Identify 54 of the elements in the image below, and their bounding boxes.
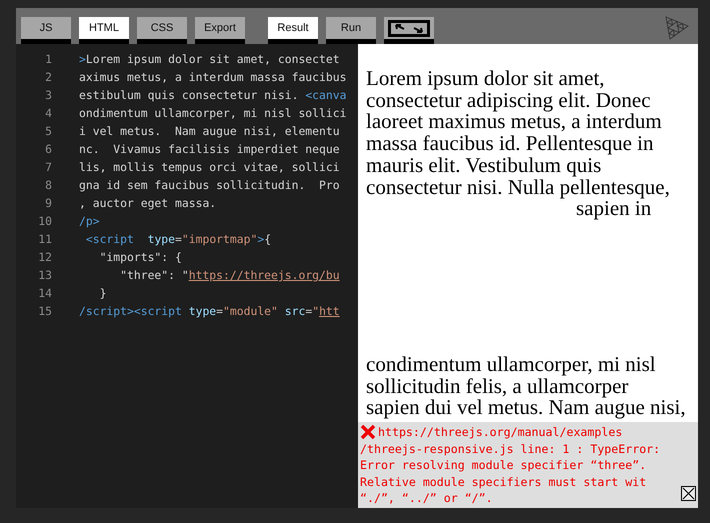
- result-text-line: condimentum ullamcorper, mi nisl: [366, 354, 656, 376]
- code-line: nc. Vivamus facilisis imperdiet neque: [79, 142, 340, 156]
- result-text-line: mauris elit. Vestibulum quis: [366, 154, 602, 177]
- line-number: 8: [44, 178, 52, 192]
- code-line: , auctor eget massa.: [79, 196, 216, 210]
- tab-button[interactable]: JS: [21, 17, 71, 44]
- line-number: 6: [44, 142, 52, 156]
- line-number: 5: [44, 124, 52, 138]
- line-number: 12: [37, 250, 52, 264]
- line-number: 4: [44, 106, 52, 120]
- close-button[interactable]: [681, 486, 696, 501]
- tab-button[interactable]: HTML: [79, 17, 129, 44]
- resize-icon: [388, 20, 430, 36]
- line-number: 1: [44, 52, 52, 66]
- result-text-line: sollicitudin felis, a ullamcorper: [366, 376, 628, 398]
- logo-icon: [664, 15, 690, 41]
- result-text-line: sapien dui vel metus. Nam augue nisi,: [366, 397, 686, 420]
- line-number: 14: [37, 286, 52, 300]
- code-line: lis, mollis tempus orci vitae, sollici: [79, 160, 340, 174]
- result-text-line: massa faucibus id. Pellentesque in: [366, 133, 654, 155]
- error-icon: [360, 424, 376, 440]
- line-number: 3: [44, 88, 52, 102]
- result-text-line: laoreet maximus metus, a interdum: [366, 111, 662, 134]
- line-number: 2: [44, 70, 52, 84]
- code-line: "three": "https://threejs.org/bu: [119, 268, 340, 282]
- result-text-line: consectetur adipiscing elit. Donec: [366, 90, 651, 112]
- line-number: 9: [44, 196, 52, 210]
- line-number: 15: [37, 304, 52, 318]
- resize-button[interactable]: [384, 17, 434, 44]
- code-line: aximus metus, a interdum massa faucibus: [79, 70, 346, 84]
- close-icon: [682, 487, 695, 500]
- line-number: 11: [37, 232, 52, 246]
- tab-button[interactable]: Run: [326, 17, 376, 44]
- code-line: /script><script type="module" src="htt: [79, 304, 340, 318]
- result-text-line: Lorem ipsum dolor sit amet,: [366, 68, 605, 90]
- error-message: /threejs-responsive.js line: 1 : TypeError: Error resolving module specifier “three”. Relative module specifiers must start wit “./”, “../” or “/”.: [360, 440, 662, 507]
- tab-button[interactable]: Result: [268, 17, 318, 44]
- tab-button[interactable]: Export: [195, 17, 245, 44]
- code-line: "imports": {: [98, 250, 182, 264]
- code-line: ondimentum ullamcorper, mi nisl sollici: [79, 106, 346, 120]
- code-line: }: [98, 286, 106, 300]
- error-message: https://threejs.org/manual/examples: [378, 424, 622, 441]
- code-line: estibulum quis consectetur nisi. <canva: [79, 88, 346, 102]
- line-number: 13: [37, 268, 52, 282]
- line-number: 10: [37, 214, 52, 228]
- tab-button[interactable]: CSS: [137, 17, 187, 44]
- code-line: /p>: [79, 214, 100, 228]
- result-text-line: consectetur nisi. Nulla pellentesque,: [366, 176, 670, 198]
- code-line: >Lorem ipsum dolor sit amet, consectet: [79, 52, 340, 66]
- result-text-line: sapien in: [576, 198, 652, 220]
- code-line: <script type="importmap">{: [84, 232, 272, 246]
- line-number: 7: [44, 160, 52, 174]
- code-line: i vel metus. Nam augue nisi, elementu: [79, 124, 340, 138]
- code-line: gna id sem faucibus sollicitudin. Pro: [79, 178, 340, 192]
